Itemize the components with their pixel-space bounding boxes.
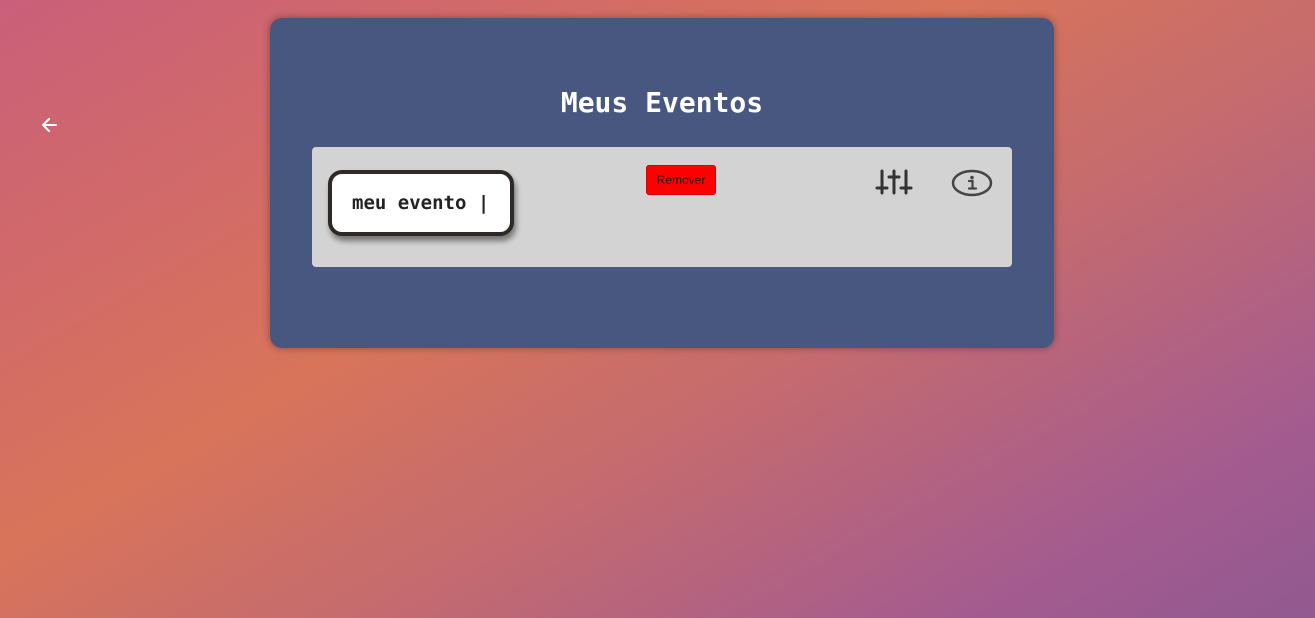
page-title: Meus Eventos [560, 86, 764, 119]
info-button[interactable] [950, 167, 994, 199]
event-card: meu evento | Remover [312, 147, 1012, 267]
remove-button[interactable]: Remover [646, 165, 716, 195]
event-name[interactable]: meu evento | [328, 170, 514, 236]
info-icon [951, 169, 993, 197]
settings-button[interactable] [874, 167, 914, 199]
sliders-icon [875, 169, 913, 195]
arrow-left-icon [42, 118, 57, 132]
events-panel: Meus Eventos meu evento | Remover [270, 18, 1054, 348]
back-button[interactable] [38, 114, 60, 136]
